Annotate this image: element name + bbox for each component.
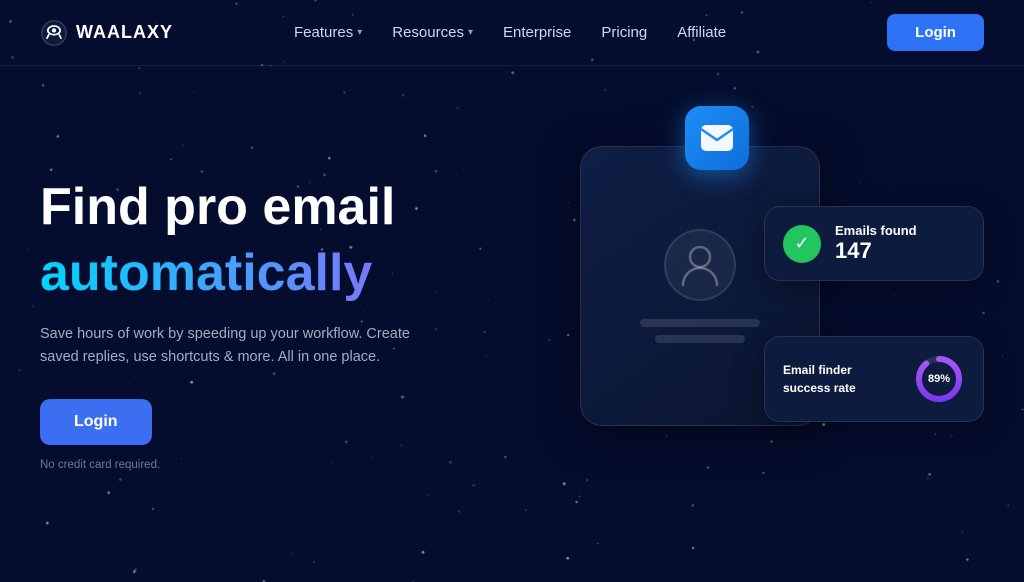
- nav-item-pricing[interactable]: Pricing: [601, 24, 647, 41]
- avatar: [664, 229, 736, 301]
- chevron-icon: ▾: [468, 27, 473, 38]
- donut-chart: 89%: [913, 353, 965, 405]
- nav-link-features[interactable]: Features ▾: [294, 24, 362, 41]
- nav-link-resources[interactable]: Resources ▾: [392, 24, 473, 41]
- logo[interactable]: WAALAXY: [40, 19, 173, 47]
- nav-links: Features ▾ Resources ▾ Enterprise Pricin…: [294, 24, 726, 41]
- user-icon: [680, 243, 720, 287]
- profile-line-1: [640, 319, 760, 327]
- nav-item-affiliate[interactable]: Affiliate: [677, 24, 726, 41]
- success-rate-text: Email finder success rate: [783, 361, 899, 397]
- no-credit-label: No credit card required.: [40, 459, 160, 471]
- nav-item-enterprise[interactable]: Enterprise: [503, 24, 571, 41]
- emails-found-text: Emails found 147: [835, 223, 917, 264]
- profile-lines: [640, 319, 760, 343]
- hero-visual: ✓ Emails found 147 Email finder success …: [520, 116, 984, 536]
- email-float-icon: [685, 106, 749, 170]
- envelope-icon: [700, 124, 734, 152]
- chevron-icon: ▾: [357, 27, 362, 38]
- navbar: WAALAXY Features ▾ Resources ▾ Enterpris…: [0, 0, 1024, 66]
- hero-login-button[interactable]: Login: [40, 399, 152, 445]
- check-icon: ✓: [783, 225, 821, 263]
- nav-link-affiliate[interactable]: Affiliate: [677, 24, 726, 41]
- logo-icon: [40, 19, 68, 47]
- emails-found-card: ✓ Emails found 147: [764, 206, 984, 281]
- emails-found-count: 147: [835, 238, 917, 264]
- success-rate-card: Email finder success rate 89%: [764, 336, 984, 422]
- nav-login-button[interactable]: Login: [887, 14, 984, 51]
- hero-text: Find pro email automatically Save hours …: [40, 179, 500, 473]
- hero-section: Find pro email automatically Save hours …: [0, 66, 1024, 566]
- profile-line-2: [655, 335, 745, 343]
- nav-link-enterprise[interactable]: Enterprise: [503, 24, 571, 41]
- nav-item-resources[interactable]: Resources ▾: [392, 24, 473, 41]
- hero-title-line2: automatically: [40, 242, 500, 304]
- brand-name: WAALAXY: [76, 22, 173, 43]
- nav-item-features[interactable]: Features ▾: [294, 24, 362, 41]
- donut-label: 89%: [913, 353, 965, 405]
- emails-found-label: Emails found: [835, 223, 917, 238]
- success-rate-label: Email finder success rate: [783, 363, 856, 395]
- hero-subtitle: Save hours of work by speeding up your w…: [40, 323, 430, 369]
- nav-link-pricing[interactable]: Pricing: [601, 24, 647, 41]
- hero-title-line1: Find pro email: [40, 179, 500, 236]
